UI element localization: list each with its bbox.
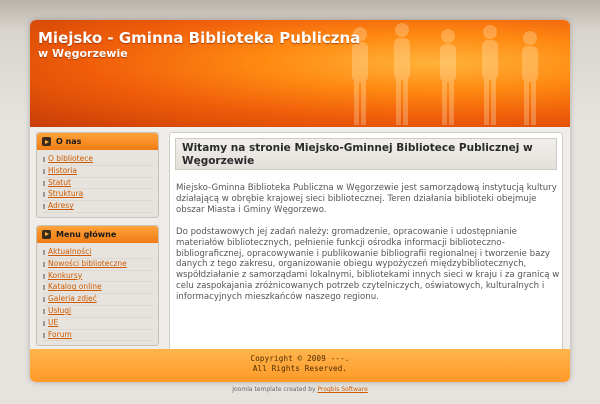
main-menu-header: Menu główne <box>37 225 158 243</box>
about-menu-list: O bibliotece Historia Statut Struktura A… <box>37 150 158 217</box>
main-menu-list: Aktualności Nowości biblioteczne Konkurs… <box>37 243 158 345</box>
credit-link[interactable]: Progbis Software <box>317 386 367 393</box>
sidebar: O nas O bibliotece Historia Statut Struk… <box>36 132 159 353</box>
menu-link-historia[interactable]: Historia <box>43 166 154 178</box>
site-subtitle: w Węgorzewie <box>38 47 128 60</box>
about-menu-title: O nas <box>56 137 82 146</box>
content-paragraph: Miejsko-Gminna Biblioteka Publiczna w Wę… <box>176 183 557 215</box>
menu-link-konkursy[interactable]: Konkursy <box>43 271 154 283</box>
menu-link-nowosci[interactable]: Nowości biblioteczne <box>43 259 154 271</box>
footer-copyright: Copyright © 2009 ---. <box>250 354 350 363</box>
site-footer: Copyright © 2009 ---. All Rights Reserve… <box>30 349 570 382</box>
menu-link-galeria[interactable]: Galeria zdjęć <box>43 294 154 306</box>
content-body: Miejsko-Gminna Biblioteka Publiczna w Wę… <box>176 183 562 314</box>
people-silhouettes-decoration <box>352 23 538 125</box>
menu-link-struktura[interactable]: Struktura <box>43 189 154 202</box>
main-menu-title: Menu główne <box>56 229 117 239</box>
main-menu: Menu główne Aktualności Nowości bibliote… <box>36 224 159 347</box>
menu-link-uslugi[interactable]: Usługi <box>43 306 154 318</box>
site-header: Miejsko - Gminna Biblioteka Publiczna w … <box>30 20 570 127</box>
menu-link-aktualnosci[interactable]: Aktualności <box>43 247 154 259</box>
content-paragraph: Do podstawowych jej zadań należy: gromad… <box>176 226 560 303</box>
main-content: Witamy na stronie Miejsko-Gminnej Biblio… <box>169 132 563 352</box>
page-title: Witamy na stronie Miejsko-Gminnej Biblio… <box>182 142 533 167</box>
about-menu-header: O nas <box>37 133 158 150</box>
site-wrapper: Miejsko - Gminna Biblioteka Publiczna w … <box>30 20 570 382</box>
template-credit: Joomla template created by Progbis Softw… <box>0 386 600 393</box>
credit-text: Joomla template created by <box>232 386 318 393</box>
arrow-right-icon <box>42 137 51 146</box>
about-menu: O nas O bibliotece Historia Statut Struk… <box>36 132 159 218</box>
menu-link-forum[interactable]: Forum <box>43 330 154 342</box>
menu-link-ue[interactable]: UE <box>43 318 154 330</box>
content-title-box: Witamy na stronie Miejsko-Gminnej Biblio… <box>175 138 557 170</box>
site-title: Miejsko - Gminna Biblioteka Publiczna <box>38 29 361 47</box>
arrow-right-icon <box>42 229 51 239</box>
menu-link-katalog[interactable]: Katalog online <box>43 282 154 295</box>
menu-link-statut[interactable]: Statut <box>43 178 154 190</box>
menu-link-o-bibliotece[interactable]: O bibliotece <box>43 154 154 166</box>
menu-link-adresy[interactable]: Adresy <box>43 201 154 213</box>
footer-rights: All Rights Reserved. <box>252 363 348 373</box>
